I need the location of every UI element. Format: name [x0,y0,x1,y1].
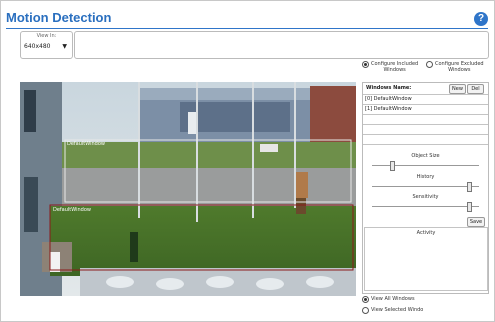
window-item-1: [1] DefaultWindow [365,106,412,112]
save-button[interactable]: Save [467,217,485,227]
radio-icon [362,307,369,314]
object-size-slider[interactable] [390,161,396,171]
status-panel [74,31,489,59]
object-size-label: Object Size [411,153,440,159]
window-0-label: DefaultWindow [67,141,105,147]
view-selected-window-option[interactable]: View Selected Windo [362,307,423,314]
camera-video-feed[interactable]: DefaultWindow DefaultWindow [20,82,356,296]
list-item[interactable]: [0] DefaultWindow [363,94,488,104]
view-all-windows-label: View All Windows [371,296,415,302]
view-all-windows-option[interactable]: View All Windows [362,296,415,303]
sensitivity-track [372,206,479,207]
configure-excluded-label-2: Windows [448,67,471,73]
resolution-value: 640x480 [24,43,51,50]
history-track [372,186,479,187]
title-divider [6,28,488,29]
delete-window-button[interactable]: Del [467,84,484,94]
activity-panel: Activity [364,227,488,291]
view-in-label: View In: [36,33,57,39]
object-size-track [372,165,479,166]
activity-label: Activity [416,230,436,236]
configure-included-label-2: Windows [383,67,406,73]
list-item-empty [363,134,488,144]
windows-name-label: Windows Name: [366,85,412,91]
new-window-button[interactable]: New [449,84,466,94]
sensitivity-label: Sensitivity [412,194,439,200]
window-1-label: DefaultWindow [53,207,91,213]
configure-included-option[interactable]: Configure Included Windows [362,61,418,73]
radio-icon [362,61,369,68]
windows-header: Windows Name: New Del [363,83,488,94]
resolution-select[interactable]: 640x480 ▼ [24,41,67,53]
windows-panel: Windows Name: New Del [0] DefaultWindow … [362,82,489,294]
help-icon[interactable]: ? [474,12,488,26]
dropdown-arrow-icon: ▼ [62,43,67,50]
radio-icon [362,296,369,303]
sensitivity-slider[interactable] [466,202,472,212]
view-selected-window-label: View Selected Windo [371,307,424,313]
list-end [363,144,488,145]
page-title: Motion Detection [6,10,112,25]
list-item-empty [363,114,488,124]
list-item-empty [363,124,488,134]
radio-icon [426,61,433,68]
history-label: History [416,174,435,180]
history-slider[interactable] [466,182,472,192]
window-item-0: [0] DefaultWindow [365,96,412,102]
list-item[interactable]: [1] DefaultWindow [363,104,488,114]
view-in-box: View In: 640x480 ▼ [20,31,73,59]
configure-excluded-option[interactable]: Configure Excluded Windows [426,61,484,73]
